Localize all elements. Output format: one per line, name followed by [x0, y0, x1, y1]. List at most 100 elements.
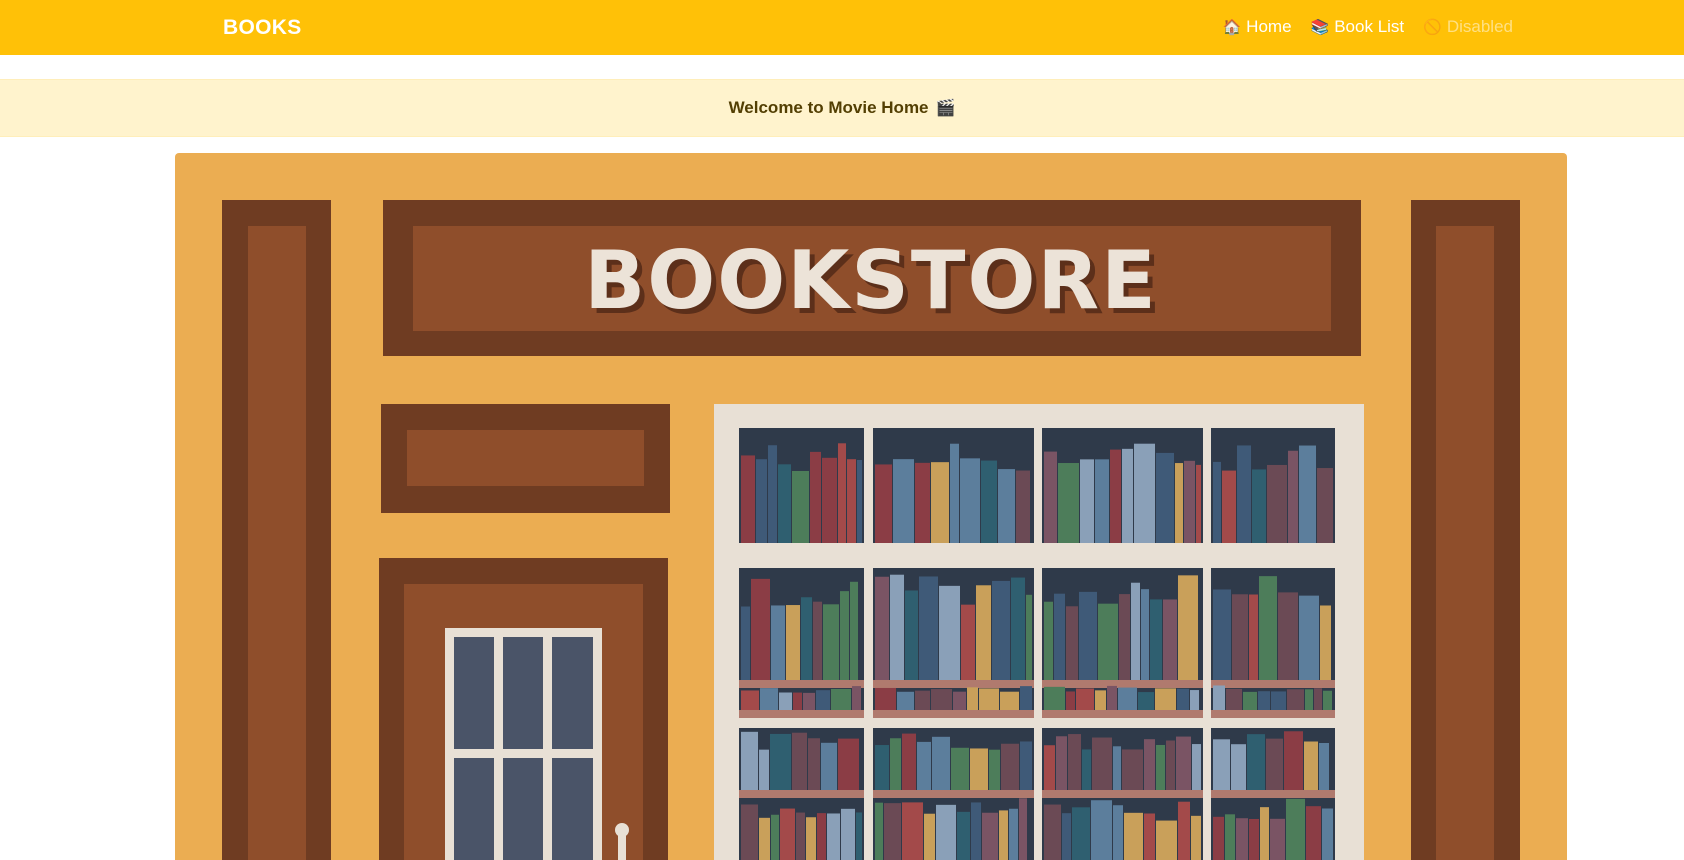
door-transom-inset — [407, 430, 644, 486]
book — [1011, 577, 1025, 680]
book — [890, 574, 904, 680]
book — [1122, 448, 1133, 543]
shelf — [1042, 680, 1203, 688]
book — [1155, 688, 1176, 710]
book — [856, 812, 862, 860]
book — [890, 738, 901, 790]
book — [806, 817, 816, 860]
book — [759, 817, 770, 860]
book — [1231, 744, 1246, 790]
shelf — [739, 680, 864, 688]
brand-logo[interactable]: BOOKS — [223, 16, 302, 40]
book — [902, 802, 923, 860]
book — [847, 459, 856, 543]
book — [1299, 445, 1316, 543]
book — [1258, 691, 1270, 710]
book — [897, 691, 914, 710]
book — [1107, 685, 1117, 710]
book — [875, 576, 889, 680]
book — [979, 688, 999, 710]
book — [1190, 690, 1199, 710]
book — [1000, 691, 1019, 710]
book — [840, 591, 849, 680]
book — [1044, 686, 1065, 710]
nav-link-home[interactable]: 🏠 Home — [1222, 17, 1291, 37]
book — [875, 464, 892, 543]
door-handle — [618, 830, 626, 860]
book — [884, 803, 901, 860]
book — [1056, 736, 1067, 790]
book — [751, 578, 770, 680]
book — [821, 742, 837, 790]
book — [852, 686, 861, 710]
book — [1058, 463, 1079, 543]
book — [816, 690, 830, 710]
book — [971, 802, 981, 860]
book — [1213, 685, 1225, 710]
house-icon: 🏠 — [1222, 18, 1242, 36]
book — [1259, 576, 1277, 680]
book — [915, 690, 930, 710]
book — [1184, 460, 1195, 543]
right-pillar-inset — [1436, 226, 1494, 860]
book — [1192, 744, 1201, 790]
book — [822, 457, 837, 543]
book — [1287, 689, 1304, 710]
book — [1119, 594, 1130, 680]
book — [1044, 745, 1055, 790]
nav-link-home-label: Home — [1246, 17, 1292, 36]
book — [1237, 445, 1251, 543]
book — [1267, 464, 1287, 543]
book — [961, 604, 975, 680]
book — [1249, 818, 1259, 860]
book — [957, 811, 970, 860]
welcome-text: Welcome to Movie Home — [728, 98, 929, 117]
prohibited-icon: 🚫 — [1423, 18, 1442, 36]
book — [741, 731, 758, 790]
book — [1178, 801, 1190, 860]
book — [1066, 691, 1075, 710]
book — [1076, 688, 1094, 710]
book — [1266, 738, 1283, 790]
book — [953, 691, 966, 710]
book — [778, 464, 791, 543]
book — [1062, 813, 1071, 860]
book — [801, 597, 812, 680]
book — [1306, 806, 1321, 860]
book — [768, 445, 777, 543]
book — [771, 605, 785, 680]
book — [1095, 459, 1109, 543]
book — [1044, 601, 1053, 680]
book — [1196, 464, 1201, 543]
book — [771, 814, 779, 860]
book — [915, 462, 930, 543]
book — [770, 733, 791, 790]
book — [1124, 812, 1143, 860]
book — [741, 455, 755, 543]
shelf — [1211, 710, 1335, 718]
book — [1113, 805, 1123, 860]
book — [810, 451, 821, 543]
nav-link-book-list[interactable]: 📚 Book List — [1311, 17, 1405, 37]
book — [1299, 595, 1319, 680]
book — [1122, 749, 1143, 790]
book — [1320, 605, 1331, 680]
shelf — [1211, 790, 1335, 798]
book — [792, 732, 807, 790]
book — [1118, 687, 1137, 710]
sign-text: BOOKSTORE — [584, 234, 1157, 327]
navbar: BOOKS 🏠 Home 📚 Book List 🚫 Disabled — [0, 0, 1684, 55]
book — [1213, 739, 1230, 790]
book — [796, 812, 805, 860]
book — [1243, 691, 1257, 710]
book — [823, 604, 839, 680]
book — [1016, 470, 1030, 543]
book — [1249, 594, 1258, 680]
book — [1271, 691, 1286, 710]
book — [1213, 589, 1231, 680]
book — [1044, 451, 1057, 543]
book — [1144, 739, 1155, 790]
book — [1072, 807, 1090, 860]
book — [857, 459, 862, 543]
book — [1080, 459, 1094, 543]
